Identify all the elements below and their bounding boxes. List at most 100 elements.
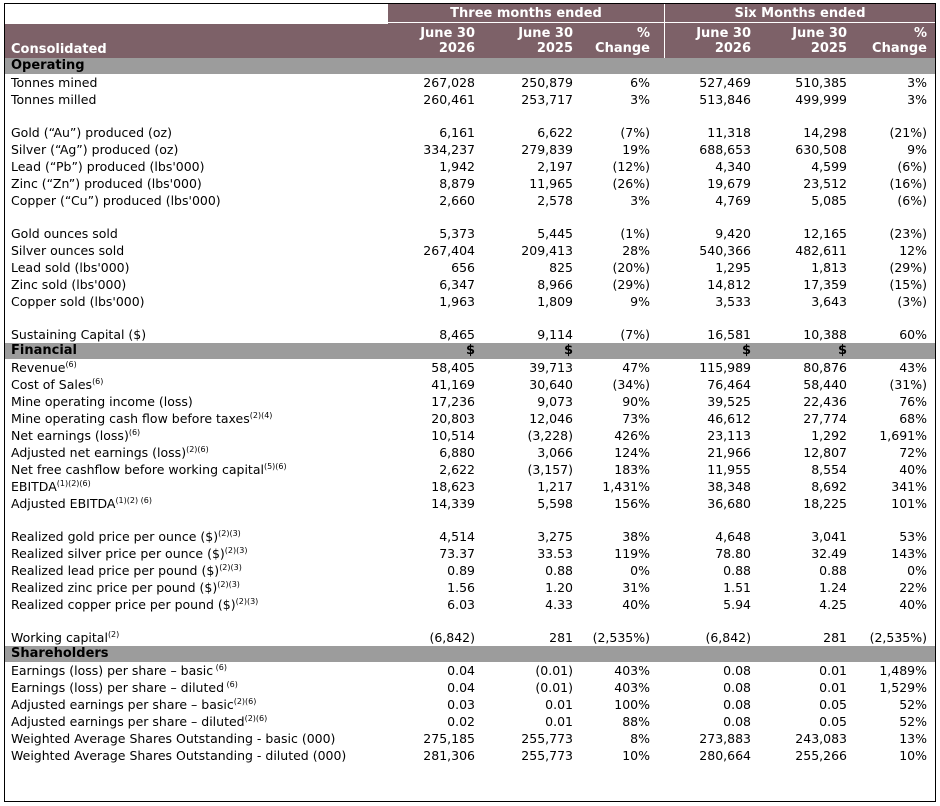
cell-value: 101% [891, 496, 927, 511]
cell-value: 6,161 [439, 125, 475, 140]
table-row: Weighted Average Shares Outstanding - ba… [5, 730, 935, 747]
cell-value: 4,648 [715, 529, 751, 544]
row-label: Silver ounces sold [11, 243, 125, 258]
cell-value: 76% [899, 394, 927, 409]
cell-value: (2,535%) [869, 630, 927, 645]
cell-value: 0.05 [819, 714, 847, 729]
cell-value: 540,366 [699, 243, 751, 258]
cell-value: (6%) [897, 193, 927, 208]
cell-value: 19,679 [707, 176, 751, 191]
table-row: Copper sold (lbs'000) 1,963 1,809 9% 3,533 3,… [5, 293, 935, 310]
row-label: Gold (“Au”) produced (oz) [11, 125, 172, 140]
cell-value: 1,963 [439, 294, 475, 309]
footnote-ref: (6) [213, 663, 227, 672]
cell-value: 10,514 [431, 428, 475, 443]
cell-value: 0.08 [723, 697, 751, 712]
cell-value: $ [741, 343, 751, 358]
cell-value: 6,347 [439, 277, 475, 292]
cell-value: 72% [899, 445, 927, 460]
table-row: Silver ounces sold 267,404 209,413 28% 540,3… [5, 242, 935, 259]
cell-value: 18,623 [431, 479, 475, 494]
cell-value: $ [563, 343, 573, 358]
section-header-row: Operating [5, 58, 935, 74]
cell-value: 14,812 [707, 277, 751, 292]
row-label: Tonnes milled [11, 92, 97, 107]
table-row: Mine operating income (loss) 17,236 9,073 9… [5, 393, 935, 410]
cell-value: 38% [622, 529, 650, 544]
cell-value: 8% [630, 731, 650, 746]
cell-value: 2,660 [439, 193, 475, 208]
cell-value: 76,464 [707, 377, 751, 392]
row-label: Realized copper price per pound ($)(2)(3… [11, 597, 259, 612]
cell-value: 6,880 [439, 445, 475, 460]
cell-value: 80,876 [803, 360, 847, 375]
cell-value: 0.08 [723, 714, 751, 729]
cell-value: 1,529% [879, 680, 927, 695]
cell-value: 10,388 [803, 327, 847, 342]
cell-value: 403% [614, 680, 650, 695]
cell-value: (2,535%) [592, 630, 650, 645]
row-label: Copper sold (lbs'000) [11, 294, 145, 309]
cell-value: (20%) [612, 260, 650, 275]
row-label: Adjusted earnings per share – basic(2)(6… [11, 697, 257, 712]
cell-value: 52% [899, 714, 927, 729]
row-label: Tonnes mined [11, 75, 98, 90]
table-row: Gold ounces sold 5,373 5,445 (1%) 9,420 12,16… [5, 225, 935, 242]
cell-value: (7%) [620, 327, 650, 342]
cell-value: 267,404 [423, 243, 475, 258]
cell-value: 1,691% [879, 428, 927, 443]
table-row: Cost of Sales(6) 41,169 30,640 (34%) 76,464 5… [5, 376, 935, 393]
cell-value: 255,266 [795, 748, 847, 763]
table-row: Realized zinc price per pound ($)(2)(3) 1… [5, 579, 935, 596]
cell-value: 12,165 [803, 226, 847, 241]
cell-value: 281 [823, 630, 847, 645]
cell-value: (15%) [889, 277, 927, 292]
cell-value: (29%) [889, 260, 927, 275]
cell-value: (29%) [612, 277, 650, 292]
cell-value: 8,465 [439, 327, 475, 342]
cell-value: (21%) [889, 125, 927, 140]
six-months-header: Six Months ended [734, 6, 866, 21]
footnote-ref: (2)(3) [218, 529, 241, 538]
row-label: Net free cashflow before working capital… [11, 462, 287, 477]
cell-value: (31%) [889, 377, 927, 392]
cell-value: 0.02 [447, 714, 475, 729]
cell-value: 9,420 [715, 226, 751, 241]
cell-value: 3% [630, 92, 650, 107]
three-months-header: Three months ended [450, 6, 602, 21]
footnote-ref: (2)(6) [186, 445, 209, 454]
row-label: Realized gold price per ounce ($)(2)(3) [11, 529, 241, 544]
cell-value: (12%) [612, 159, 650, 174]
cell-value: 260,461 [423, 92, 475, 107]
cell-value: 0.01 [819, 663, 847, 678]
cell-value: 0.88 [723, 563, 751, 578]
row-label: Lead sold (lbs'000) [11, 260, 130, 275]
row-label: Cost of Sales(6) [11, 377, 104, 392]
cell-value: 73.37 [439, 546, 475, 561]
cell-value: 5,373 [439, 226, 475, 241]
cell-value: 6.03 [447, 597, 475, 612]
cell-value: 14,298 [803, 125, 847, 140]
cell-value: 73% [622, 411, 650, 426]
cell-value: 17,236 [431, 394, 475, 409]
cell-value: 27,774 [803, 411, 847, 426]
footnote-ref: (1)(2) (6) [115, 496, 152, 505]
cell-value: 183% [614, 462, 650, 477]
cell-value: 43% [899, 360, 927, 375]
cell-value: 23,113 [707, 428, 751, 443]
cell-value: (34%) [612, 377, 650, 392]
cell-value: 275,185 [423, 731, 475, 746]
footnote-ref: (2)(3) [235, 597, 259, 606]
cell-value: 482,611 [795, 243, 847, 258]
cell-value: 1,292 [811, 428, 847, 443]
cell-value: (6,842) [429, 630, 475, 645]
spacer-row [5, 512, 935, 528]
cell-value: 243,083 [795, 731, 847, 746]
footnote-ref: (6) [224, 680, 238, 689]
cell-value: 28% [622, 243, 650, 258]
row-label: Realized lead price per pound ($)(2)(3) [11, 563, 242, 578]
footnote-ref: (2)(4) [249, 411, 273, 420]
cell-value: 40% [899, 597, 927, 612]
cell-value: 21,966 [707, 445, 751, 460]
cell-value: 341% [891, 479, 927, 494]
